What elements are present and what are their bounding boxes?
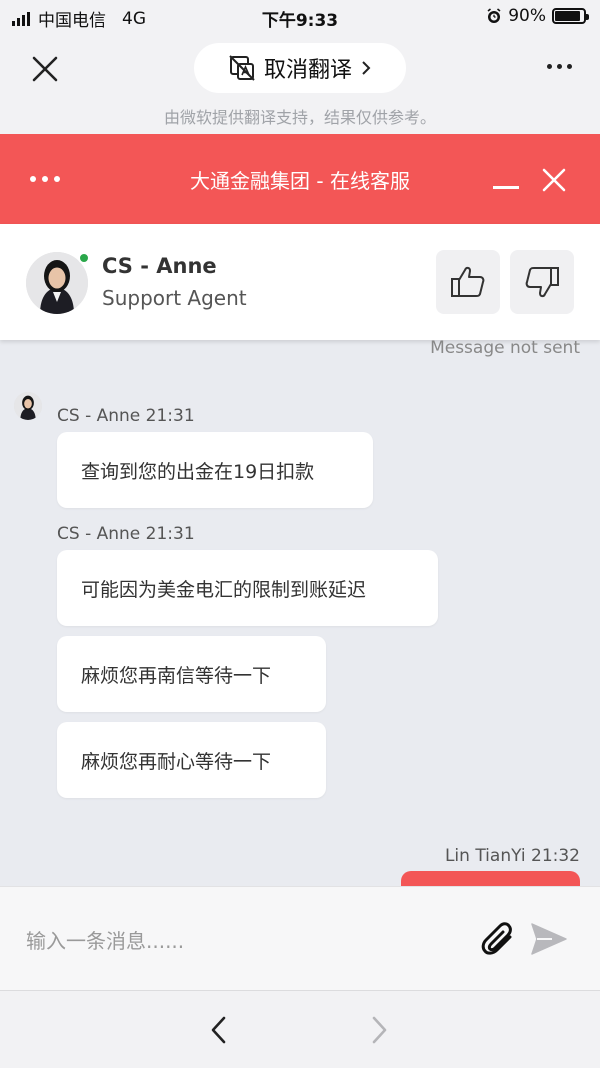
thumbs-down-button[interactable]	[510, 250, 574, 314]
send-icon[interactable]	[530, 921, 568, 957]
message-bubble: 麻烦您再南信等待一下	[57, 636, 326, 712]
message-input[interactable]: 输入一条消息......	[26, 925, 184, 954]
agent-avatar-small	[14, 392, 42, 420]
agent-role: Support Agent	[102, 286, 247, 310]
minimize-icon[interactable]	[493, 186, 519, 189]
thumbs-down-icon	[525, 267, 559, 298]
cancel-translate-label: 取消翻译	[263, 58, 352, 83]
chat-title: 大通金融集团 - 在线客服	[190, 169, 410, 193]
message-status: Message not sent	[430, 340, 580, 358]
message-meta: CS - Anne 21:31	[57, 406, 195, 426]
message-bubble: 查询到您的出金在19日扣款	[57, 432, 373, 508]
agent-name: CS - Anne	[102, 254, 217, 278]
translate-off-icon	[229, 55, 255, 81]
browser-nav-bar	[0, 990, 600, 1068]
forward-arrow-icon[interactable]	[366, 1013, 392, 1047]
message-bubble: 麻烦您再耐心等待一下	[57, 722, 326, 798]
message-bubble: 可能因为美金电汇的限制到账延迟	[57, 550, 438, 626]
chevron-right-icon	[362, 61, 371, 75]
back-arrow-icon[interactable]	[206, 1013, 232, 1047]
status-bar: 中国电信 4G 下午9:33 90%	[0, 0, 600, 34]
agent-card: CS - Anne Support Agent	[0, 224, 600, 340]
close-icon[interactable]	[28, 52, 62, 86]
chat-titlebar: 大通金融集团 - 在线客服	[0, 134, 600, 224]
more-options-icon[interactable]	[547, 64, 572, 69]
user-message-bubble	[401, 871, 580, 886]
browser-header: 取消翻译 由微软提供翻译支持，结果仅供参考。	[0, 34, 600, 134]
alarm-icon	[487, 8, 501, 23]
battery-percent: 90%	[508, 6, 546, 26]
translate-note: 由微软提供翻译支持，结果仅供参考。	[163, 108, 436, 127]
chat-close-icon[interactable]	[540, 166, 568, 194]
message-list[interactable]: Message not sent CS - Anne 21:31 查询到您的出金…	[0, 340, 600, 886]
thumbs-up-button[interactable]	[436, 250, 500, 314]
attachment-icon[interactable]	[480, 920, 518, 958]
thumbs-up-icon	[451, 266, 485, 297]
online-status-dot	[78, 252, 90, 264]
message-composer: 输入一条消息......	[0, 886, 600, 990]
user-message-meta: Lin TianYi 21:32	[444, 846, 580, 866]
message-meta: CS - Anne 21:31	[57, 524, 195, 544]
battery-icon	[552, 8, 589, 24]
cancel-translate-button[interactable]: 取消翻译	[194, 43, 406, 93]
